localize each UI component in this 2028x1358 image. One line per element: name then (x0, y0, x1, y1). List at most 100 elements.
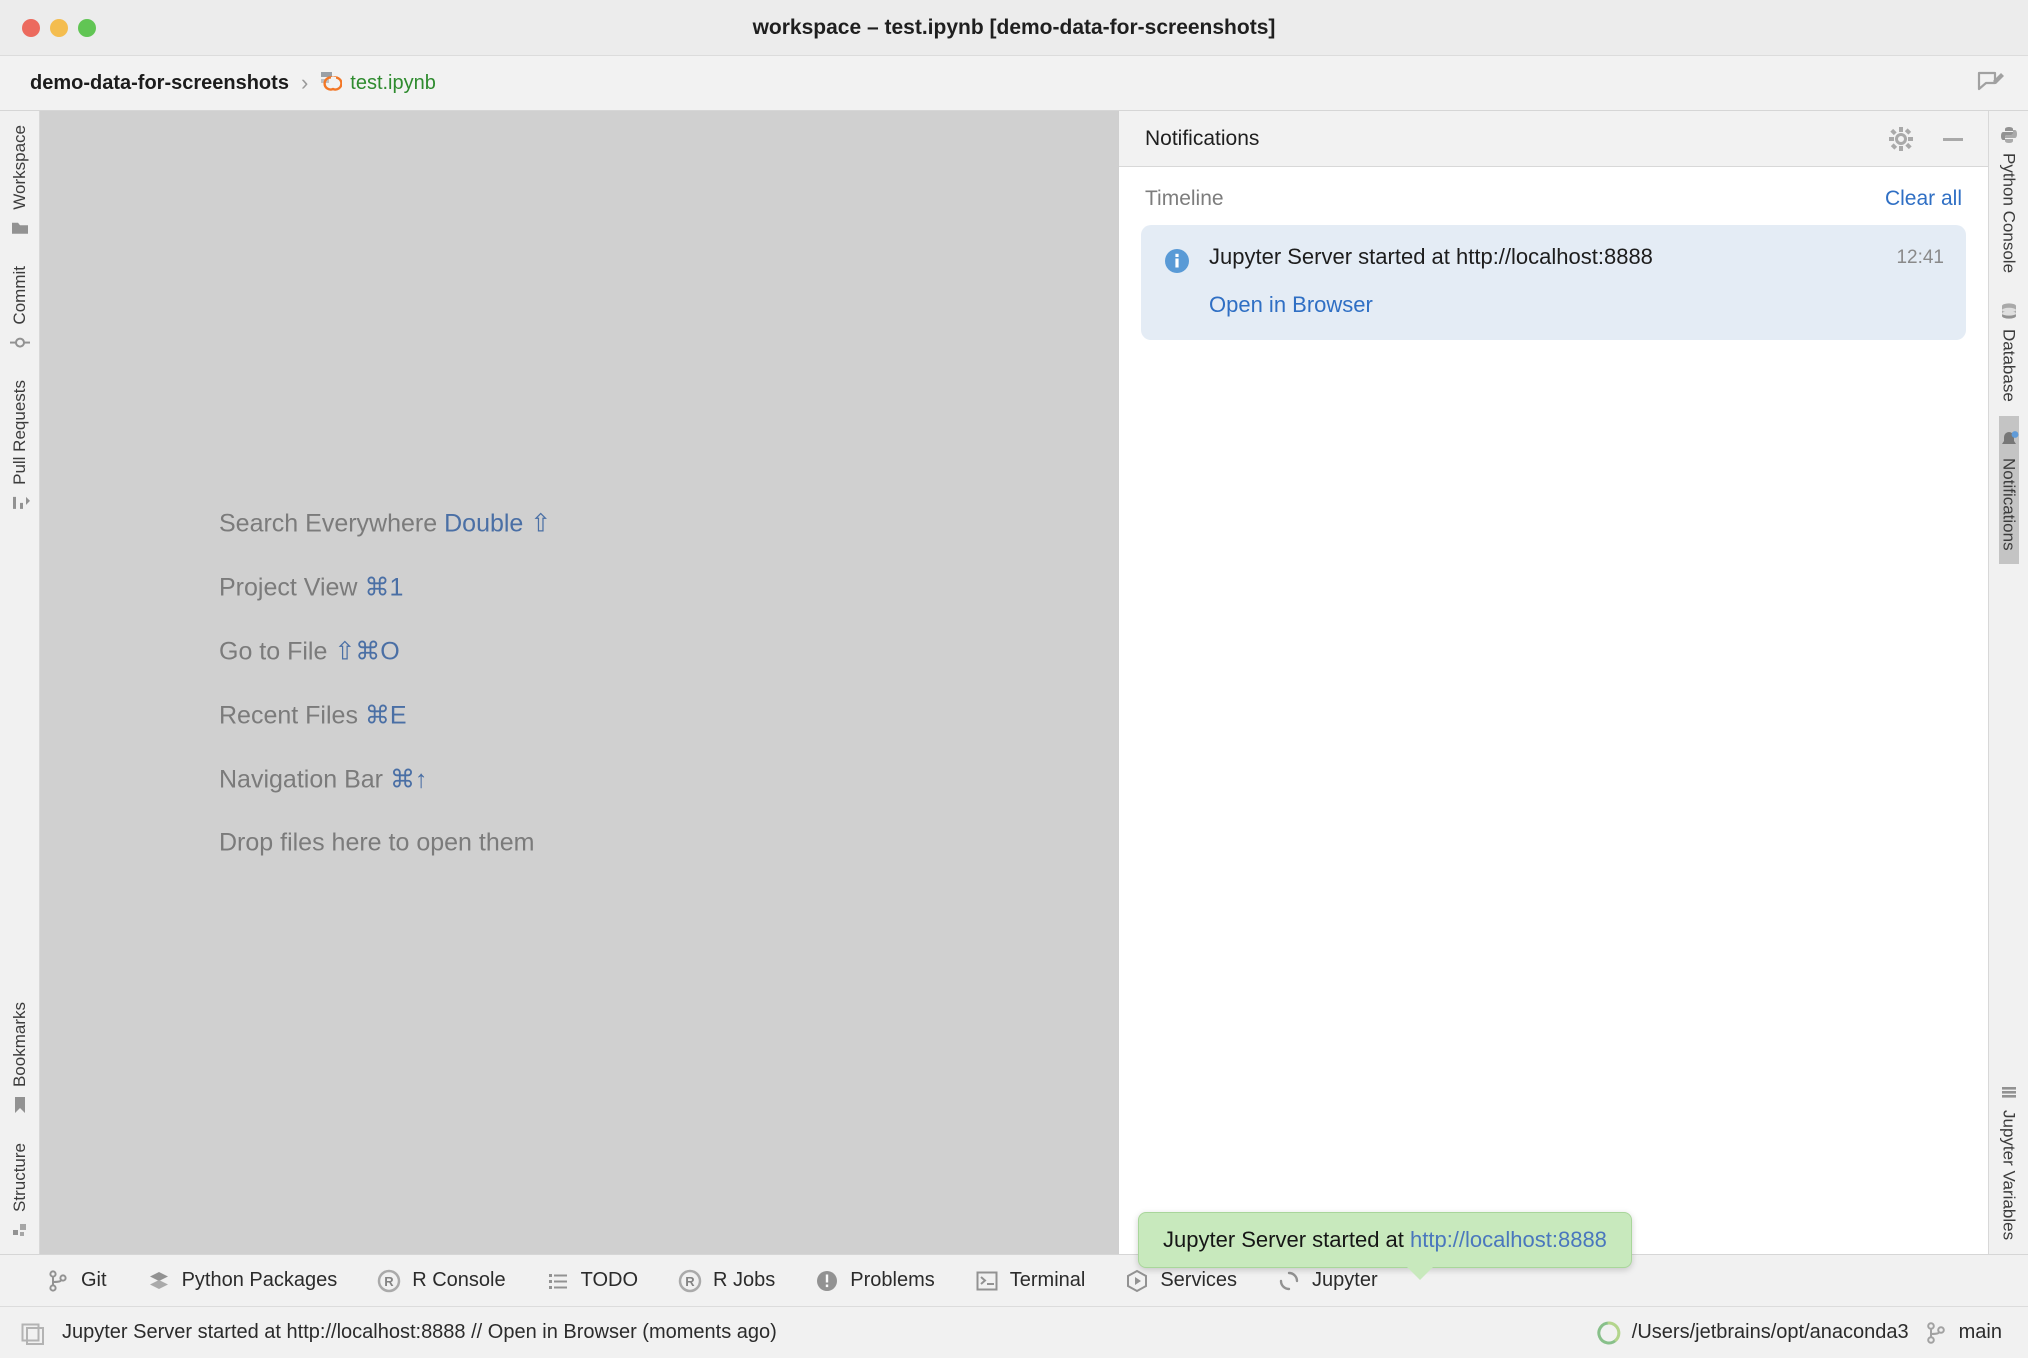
editor-hint: Project View ⌘1 (219, 572, 939, 602)
notifications-title: Notifications (1145, 127, 1259, 151)
sidebar-item-commit[interactable]: Commit (10, 252, 30, 367)
sidebar-item-python-console[interactable]: Python Console (1999, 111, 2019, 287)
right-tool-stripe: Python Console Database (1988, 111, 2028, 1254)
jupyter-server-balloon[interactable]: Jupyter Server started at http://localho… (1138, 1212, 1632, 1268)
title-bar: workspace – test.ipynb [demo-data-for-sc… (0, 0, 2028, 56)
info-icon (1163, 247, 1191, 275)
hint-action: Navigation Bar (219, 765, 383, 793)
bottom-tab-terminal[interactable]: Terminal (975, 1269, 1086, 1293)
conda-icon (1596, 1320, 1622, 1346)
folder-icon (10, 218, 30, 238)
notification-timestamp: 12:41 (1896, 243, 1944, 269)
breadcrumb-file[interactable]: test.ipynb (350, 72, 436, 95)
sidebar-item-notifications[interactable]: Notifications (1999, 416, 2019, 565)
sidebar-label: Python Console (1999, 153, 2019, 273)
pull-request-icon (10, 493, 30, 513)
clear-all-button[interactable]: Clear all (1885, 187, 1962, 211)
hint-shortcut: ⌘E (365, 701, 407, 729)
window-layout-icon[interactable] (20, 1320, 46, 1346)
sidebar-label: Workspace (10, 125, 30, 210)
notifications-list: Jupyter Server started at http://localho… (1119, 225, 1988, 340)
svg-text:R: R (385, 1274, 395, 1289)
editor-hint: Recent Files ⌘E (219, 700, 939, 730)
bottom-tab-label: Problems (850, 1269, 934, 1292)
sidebar-item-pull-requests[interactable]: Pull Requests (10, 366, 30, 527)
balloon-prefix: Jupyter Server started at (1163, 1227, 1410, 1252)
bottom-tab-label: Python Packages (182, 1269, 338, 1292)
bottom-tab-r-jobs[interactable]: R R Jobs (678, 1269, 775, 1293)
bottom-tab-git[interactable]: Git (46, 1269, 107, 1293)
sidebar-label: Bookmarks (10, 1002, 30, 1087)
hint-action: Drop files here to open them (219, 828, 534, 856)
balloon-link[interactable]: http://localhost:8888 (1410, 1227, 1607, 1252)
interpreter-selector[interactable]: /Users/jetbrains/opt/anaconda3 (1596, 1320, 1909, 1346)
bottom-tab-python-packages[interactable]: Python Packages (147, 1269, 338, 1293)
minimize-icon[interactable] (1940, 126, 1966, 152)
window-title: workspace – test.ipynb [demo-data-for-sc… (0, 16, 2028, 40)
python-icon (1999, 125, 2019, 145)
sidebar-label: Pull Requests (10, 380, 30, 485)
bottom-tab-todo[interactable]: TODO (546, 1269, 638, 1293)
sidebar-label: Notifications (1999, 458, 2019, 551)
close-window-button[interactable] (22, 19, 40, 37)
editor-hint-list: Search Everywhere Double ⇧ Project View … (219, 508, 939, 857)
status-message[interactable]: Jupyter Server started at http://localho… (62, 1321, 777, 1344)
sidebar-item-jupyter-variables[interactable]: Jupyter Variables (1999, 1068, 2019, 1254)
git-branch-icon (1923, 1320, 1949, 1346)
bottom-tab-jupyter[interactable]: Jupyter (1277, 1269, 1378, 1293)
hint-shortcut: ⌘↑ (390, 765, 428, 793)
todo-list-icon (546, 1269, 570, 1293)
editor-empty-area[interactable]: Search Everywhere Double ⇧ Project View … (40, 111, 1118, 1254)
status-bar: Jupyter Server started at http://localho… (0, 1306, 2028, 1358)
bottom-tab-services[interactable]: Services (1125, 1269, 1237, 1293)
branch-selector[interactable]: main (1923, 1320, 2002, 1346)
breadcrumb-project[interactable]: demo-data-for-screenshots (30, 72, 289, 95)
bottom-tool-bar: Git Python Packages R R Console (0, 1254, 2028, 1306)
bottom-tab-r-console[interactable]: R R Console (377, 1269, 505, 1293)
traffic-light-group (0, 19, 96, 37)
zoom-window-button[interactable] (78, 19, 96, 37)
notification-text: Jupyter Server started at http://localho… (1209, 243, 1653, 272)
open-in-browser-link[interactable]: Open in Browser (1209, 292, 1373, 318)
gear-icon[interactable] (1888, 126, 1914, 152)
bell-icon (1999, 430, 2019, 450)
notifications-timeline-header: Timeline Clear all (1119, 167, 1988, 225)
sidebar-item-bookmarks[interactable]: Bookmarks (10, 988, 30, 1129)
right-stripe-top-group: Python Console Database (1989, 111, 2028, 564)
sidebar-label: Structure (10, 1143, 30, 1212)
terminal-icon (975, 1269, 999, 1293)
r-icon: R (678, 1269, 702, 1293)
branch-name: main (1959, 1321, 2002, 1344)
right-stripe-bottom-group: Jupyter Variables (1989, 1068, 2028, 1254)
ide-body: Workspace Commit (0, 111, 2028, 1254)
packages-icon (147, 1269, 171, 1293)
ide-window: workspace – test.ipynb [demo-data-for-sc… (0, 0, 2028, 1358)
bottom-tab-label: Jupyter (1312, 1269, 1378, 1292)
sidebar-item-workspace[interactable]: Workspace (10, 111, 30, 252)
r-icon: R (377, 1269, 401, 1293)
sidebar-label: Database (1999, 329, 2019, 402)
notifications-header: Notifications (1119, 111, 1988, 167)
navigation-bar: demo-data-for-screenshots › test.ipynb (0, 56, 2028, 111)
notifications-header-actions (1888, 126, 1966, 152)
bottom-tab-label: R Console (412, 1269, 505, 1292)
jupyter-icon (1277, 1269, 1301, 1293)
variables-icon (1999, 1082, 2019, 1102)
commit-icon (10, 332, 30, 352)
notification-item[interactable]: Jupyter Server started at http://localho… (1141, 225, 1966, 340)
notifications-tool-window: Notifications (1118, 111, 1988, 1254)
structure-icon (10, 1220, 30, 1240)
sidebar-item-database[interactable]: Database (1999, 287, 2019, 416)
editor-hint: Navigation Bar ⌘↑ (219, 764, 939, 794)
database-icon (1999, 301, 2019, 321)
bottom-tab-label: R Jobs (713, 1269, 775, 1292)
sidebar-label: Jupyter Variables (1999, 1110, 2019, 1240)
notification-body: Jupyter Server started at http://localho… (1209, 243, 1944, 318)
interpreter-path: /Users/jetbrains/opt/anaconda3 (1632, 1321, 1909, 1344)
sidebar-item-structure[interactable]: Structure (10, 1129, 30, 1254)
balloon-text: Jupyter Server started at http://localho… (1163, 1227, 1607, 1252)
feedback-edit-icon[interactable] (1976, 68, 2006, 98)
bottom-tab-problems[interactable]: Problems (815, 1269, 934, 1293)
hint-action: Project View (219, 573, 358, 601)
minimize-window-button[interactable] (50, 19, 68, 37)
